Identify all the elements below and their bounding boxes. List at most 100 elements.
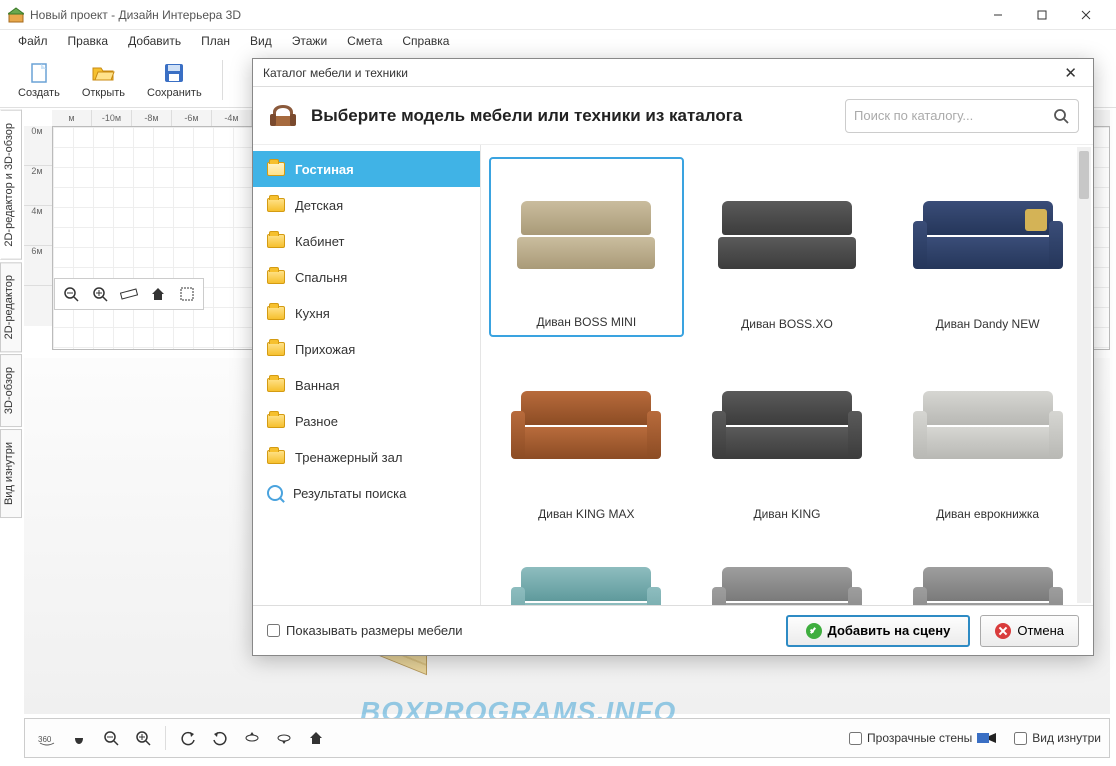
category-bedroom[interactable]: Спальня bbox=[253, 259, 480, 295]
menu-floors[interactable]: Этажи bbox=[282, 32, 337, 50]
dialog-body: Гостиная Детская Кабинет Спальня Кухня П… bbox=[253, 145, 1093, 605]
category-list: Гостиная Детская Кабинет Спальня Кухня П… bbox=[253, 145, 481, 605]
ruler-tool[interactable] bbox=[115, 281, 143, 307]
category-search-results[interactable]: Результаты поиска bbox=[253, 475, 480, 511]
tilt-down-button[interactable] bbox=[270, 724, 298, 752]
menu-estimate[interactable]: Смета bbox=[337, 32, 392, 50]
folder-icon bbox=[267, 378, 285, 392]
zoom-in-3d[interactable] bbox=[129, 724, 157, 752]
category-hallway[interactable]: Прихожая bbox=[253, 331, 480, 367]
rotate-left-button[interactable] bbox=[174, 724, 202, 752]
camera-icon bbox=[976, 730, 998, 746]
bottom-toolbar: 360 Прозрачные стены Вид изнутри bbox=[24, 718, 1110, 758]
tilt-up-button[interactable] bbox=[238, 724, 266, 752]
dialog-footer: Показывать размеры мебели Добавить на сц… bbox=[253, 605, 1093, 655]
tab-inside[interactable]: Вид изнутри bbox=[0, 429, 22, 518]
menu-plan[interactable]: План bbox=[191, 32, 240, 50]
ruler-vertical: 0м 2м 4м 6м bbox=[24, 126, 52, 326]
catalog-item[interactable] bbox=[489, 537, 684, 605]
check-icon bbox=[806, 623, 822, 639]
category-kitchen[interactable]: Кухня bbox=[253, 295, 480, 331]
catalog-item[interactable]: Диван еврокнижка bbox=[890, 347, 1085, 527]
search-input[interactable] bbox=[854, 108, 1052, 123]
tab-2d[interactable]: 2D-редактор bbox=[0, 262, 22, 352]
pan-button[interactable] bbox=[65, 724, 93, 752]
folder-icon bbox=[267, 198, 285, 212]
window-titlebar: Новый проект - Дизайн Интерьера 3D bbox=[0, 0, 1116, 30]
tab-2d-3d[interactable]: 2D-редактор и 3D-обзор bbox=[0, 110, 22, 260]
tab-3d[interactable]: 3D-обзор bbox=[0, 354, 22, 427]
category-kids[interactable]: Детская bbox=[253, 187, 480, 223]
cancel-button[interactable]: Отмена bbox=[980, 615, 1079, 647]
catalog-dialog: Каталог мебели и техники ✕ Выберите моде… bbox=[252, 58, 1094, 656]
catalog-item-label: Диван BOSS.XO bbox=[737, 313, 837, 331]
inside-view-checkbox[interactable]: Вид изнутри bbox=[1014, 731, 1101, 745]
search-icon bbox=[1052, 107, 1070, 125]
catalog-item[interactable]: Диван KING MAX bbox=[489, 347, 684, 527]
catalog-item[interactable] bbox=[690, 537, 885, 605]
scrollbar[interactable] bbox=[1077, 147, 1091, 603]
catalog-item-label: Диван еврокнижка bbox=[932, 503, 1043, 521]
menu-bar: Файл Правка Добавить План Вид Этажи Смет… bbox=[0, 30, 1116, 52]
window-title: Новый проект - Дизайн Интерьера 3D bbox=[30, 8, 976, 22]
catalog-item[interactable] bbox=[890, 537, 1085, 605]
dialog-header-text: Выберите модель мебели или техники из ка… bbox=[311, 106, 833, 126]
editor-tools bbox=[54, 278, 204, 310]
folder-open-icon bbox=[91, 61, 115, 85]
open-button[interactable]: Открыть bbox=[74, 58, 133, 102]
catalog-item[interactable]: Диван BOSS.XO bbox=[690, 157, 885, 337]
folder-icon bbox=[267, 162, 285, 176]
transparent-walls-checkbox[interactable]: Прозрачные стены bbox=[849, 731, 972, 745]
cancel-icon bbox=[995, 623, 1011, 639]
create-button[interactable]: Создать bbox=[10, 58, 68, 102]
save-label: Сохранить bbox=[147, 87, 202, 99]
grid-toggle[interactable] bbox=[173, 281, 201, 307]
zoom-out-3d[interactable] bbox=[97, 724, 125, 752]
menu-edit[interactable]: Правка bbox=[58, 32, 119, 50]
zoom-out-button[interactable] bbox=[57, 281, 85, 307]
folder-icon bbox=[267, 270, 285, 284]
folder-icon bbox=[267, 414, 285, 428]
category-gym[interactable]: Тренажерный зал bbox=[253, 439, 480, 475]
menu-view[interactable]: Вид bbox=[240, 32, 282, 50]
svg-text:360: 360 bbox=[38, 735, 52, 744]
catalog-item[interactable]: Диван BOSS MINI bbox=[489, 157, 684, 337]
dialog-titlebar: Каталог мебели и техники ✕ bbox=[253, 59, 1093, 87]
maximize-button[interactable] bbox=[1020, 1, 1064, 29]
show-sizes-checkbox[interactable]: Показывать размеры мебели bbox=[267, 623, 776, 638]
minimize-button[interactable] bbox=[976, 1, 1020, 29]
catalog-item-label: Диван Dandy NEW bbox=[932, 313, 1044, 331]
rotate360-button[interactable]: 360 bbox=[33, 724, 61, 752]
search-field-wrapper[interactable] bbox=[845, 99, 1079, 133]
category-office[interactable]: Кабинет bbox=[253, 223, 480, 259]
search-icon bbox=[267, 485, 283, 501]
catalog-item[interactable]: Диван KING bbox=[690, 347, 885, 527]
dialog-close-button[interactable]: ✕ bbox=[1058, 62, 1083, 84]
home-3d-button[interactable] bbox=[302, 724, 330, 752]
toolbar-separator bbox=[222, 60, 223, 100]
menu-add[interactable]: Добавить bbox=[118, 32, 191, 50]
app-icon bbox=[8, 7, 24, 23]
open-label: Открыть bbox=[82, 87, 125, 99]
menu-file[interactable]: Файл bbox=[8, 32, 58, 50]
close-button[interactable] bbox=[1064, 1, 1108, 29]
catalog-item-label: Диван KING MAX bbox=[534, 503, 638, 521]
category-misc[interactable]: Разное bbox=[253, 403, 480, 439]
create-label: Создать bbox=[18, 87, 60, 99]
add-to-scene-button[interactable]: Добавить на сцену bbox=[786, 615, 971, 647]
category-living-room[interactable]: Гостиная bbox=[253, 151, 480, 187]
home-button[interactable] bbox=[144, 281, 172, 307]
scrollbar-thumb[interactable] bbox=[1079, 151, 1089, 199]
zoom-in-button[interactable] bbox=[86, 281, 114, 307]
armchair-icon bbox=[267, 100, 299, 132]
category-bathroom[interactable]: Ванная bbox=[253, 367, 480, 403]
folder-icon bbox=[267, 306, 285, 320]
rotate-right-button[interactable] bbox=[206, 724, 234, 752]
folder-icon bbox=[267, 450, 285, 464]
catalog-item-label: Диван KING bbox=[749, 503, 824, 521]
menu-help[interactable]: Справка bbox=[392, 32, 459, 50]
save-button[interactable]: Сохранить bbox=[139, 58, 210, 102]
catalog-item-label: Диван BOSS MINI bbox=[532, 311, 640, 329]
catalog-item[interactable]: Диван Dandy NEW bbox=[890, 157, 1085, 337]
file-new-icon bbox=[27, 61, 51, 85]
